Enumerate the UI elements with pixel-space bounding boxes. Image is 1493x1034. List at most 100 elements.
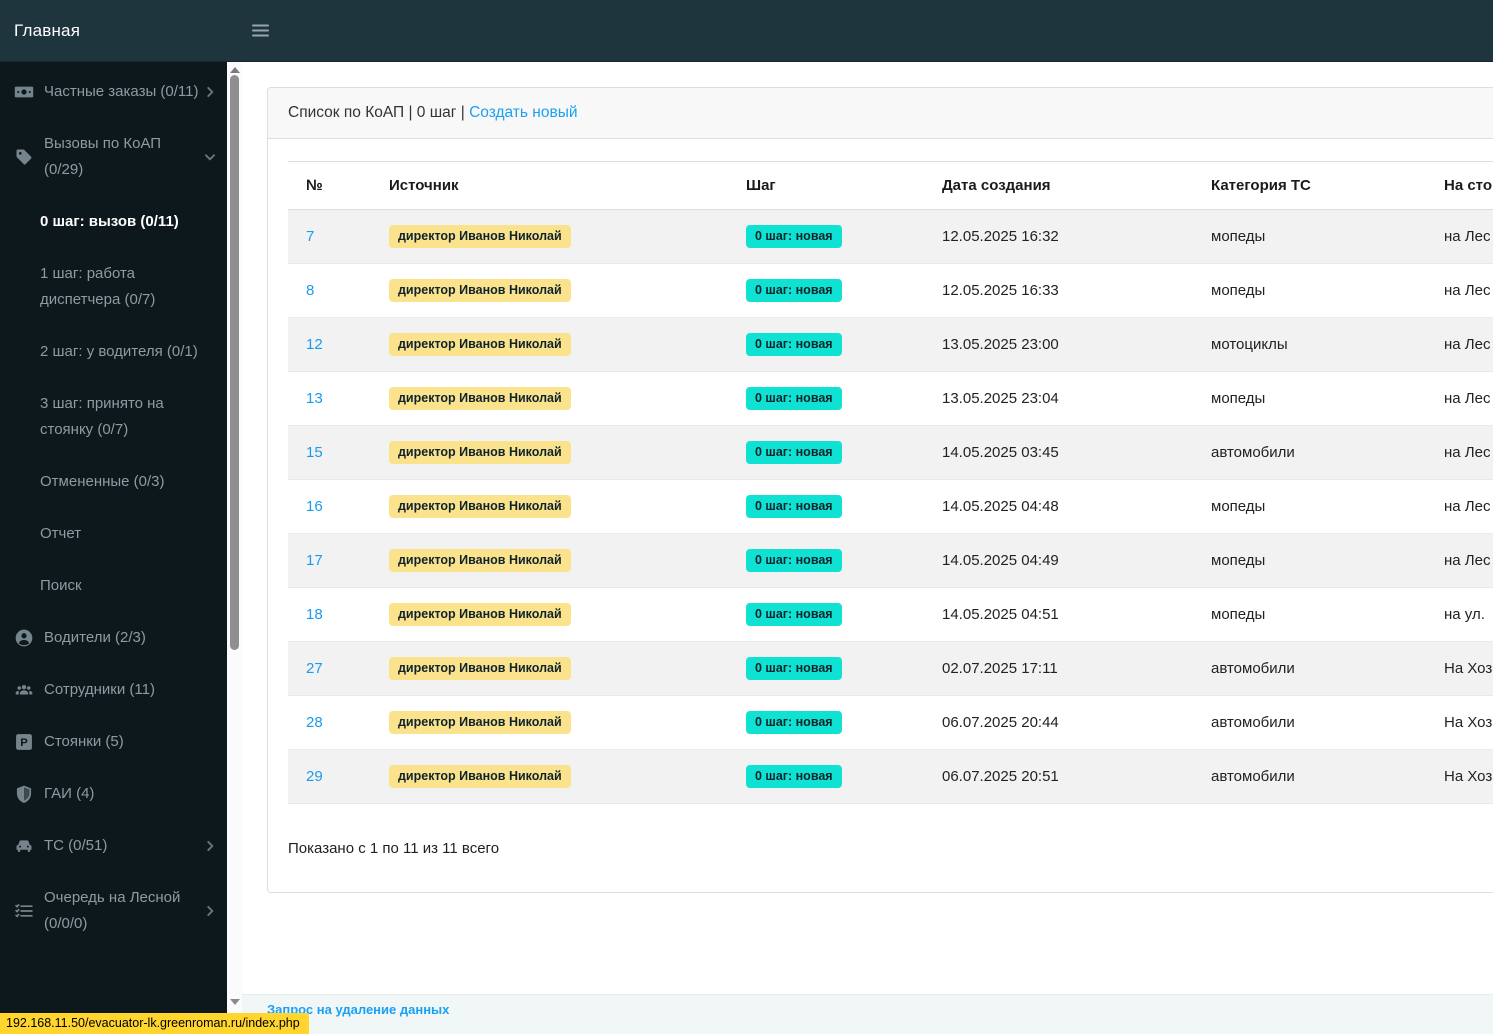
sidebar-item-label: Отмененные (0/3)	[40, 473, 165, 490]
sidebar-item-label: ГАИ (4)	[44, 785, 95, 802]
sidebar: Частные заказы (0/11) Вызовы по КоАП (0/2…	[0, 62, 227, 1034]
chevron-right-icon	[203, 839, 217, 853]
shield-icon	[14, 784, 34, 804]
sidebar-item-search[interactable]: Поиск	[0, 560, 227, 612]
step-cell: 0 шаг: новая	[728, 371, 924, 426]
source-badge: директор Иванов Николай	[389, 710, 571, 735]
sidebar-item-koap-calls[interactable]: Вызовы по КоАП (0/29)	[0, 118, 227, 196]
sidebar-item-label: Поиск	[40, 577, 82, 594]
order-number-link[interactable]: 7	[306, 228, 314, 245]
sidebar-item-label: ТС (0/51)	[44, 837, 108, 854]
table-row: 15 директор Иванов Николай 0 шаг: новая 14.…	[288, 425, 1493, 480]
sidebar-item-label: 2 шаг: у водителя (0/1)	[40, 343, 198, 360]
sidebar-item-gai[interactable]: ГАИ (4)	[0, 768, 227, 820]
step-cell: 0 шаг: новая	[728, 641, 924, 696]
source-cell: директор Иванов Николай	[371, 263, 728, 318]
category-cell: мопеды	[1193, 587, 1426, 642]
created-cell: 14.05.2025 03:45	[924, 425, 1193, 480]
sidebar-item-cancelled[interactable]: Отмененные (0/3)	[0, 456, 227, 508]
hamburger-icon[interactable]	[252, 24, 269, 37]
order-number-link[interactable]: 13	[306, 390, 323, 407]
sidebar-item-parkings[interactable]: P Стоянки (5)	[0, 716, 227, 768]
sidebar-scrollbar[interactable]	[227, 62, 242, 1034]
source-cell: директор Иванов Николай	[371, 533, 728, 588]
column-header: Дата создания	[924, 161, 1193, 210]
panel-title: Список по КоАП | 0 шаг |	[288, 104, 470, 121]
category-cell: автомобили	[1193, 695, 1426, 750]
number-cell: 15	[288, 425, 371, 480]
step-badge: 0 шаг: новая	[746, 656, 842, 681]
sidebar-item-step1-dispatcher[interactable]: 1 шаг: работа диспетчера (0/7)	[0, 248, 227, 326]
order-number-link[interactable]: 12	[306, 336, 323, 353]
order-number-link[interactable]: 17	[306, 552, 323, 569]
order-number-link[interactable]: 8	[306, 282, 314, 299]
number-cell: 27	[288, 641, 371, 696]
source-badge: директор Иванов Николай	[389, 602, 571, 627]
source-cell: директор Иванов Николай	[371, 317, 728, 372]
sidebar-item-label: 1 шаг: работа диспетчера (0/7)	[40, 265, 156, 308]
parking-cell: на Лес	[1426, 425, 1493, 480]
category-cell: автомобили	[1193, 641, 1426, 696]
top-navbar: Главная	[0, 0, 1493, 62]
sidebar-item-step3-parking[interactable]: 3 шаг: принято на стоянку (0/7)	[0, 378, 227, 456]
pagination-summary: Показано с 1 по 11 из 11 всего	[288, 840, 500, 857]
created-cell: 06.07.2025 20:51	[924, 749, 1193, 804]
sidebar-item-step0-call[interactable]: 0 шаг: вызов (0/11)	[0, 196, 227, 248]
order-number-link[interactable]: 28	[306, 714, 323, 731]
parking-cell: на Лес	[1426, 209, 1493, 264]
created-cell: 13.05.2025 23:04	[924, 371, 1193, 426]
sidebar-item-label: Сотрудники (11)	[44, 681, 155, 698]
table-row: 28 директор Иванов Николай 0 шаг: новая 06.…	[288, 695, 1493, 750]
sidebar-item-label: 0 шаг: вызов (0/11)	[40, 213, 179, 230]
parking-icon: P	[14, 732, 34, 752]
column-header: Категория ТС	[1193, 161, 1426, 210]
sidebar-item-drivers[interactable]: Водители (2/3)	[0, 612, 227, 664]
source-cell: директор Иванов Николай	[371, 371, 728, 426]
order-number-link[interactable]: 18	[306, 606, 323, 623]
sidebar-item-private-orders[interactable]: Частные заказы (0/11)	[0, 66, 227, 118]
source-cell: директор Иванов Николай	[371, 425, 728, 480]
category-cell: мопеды	[1193, 479, 1426, 534]
step-cell: 0 шаг: новая	[728, 317, 924, 372]
number-cell: 7	[288, 209, 371, 264]
order-number-link[interactable]: 29	[306, 768, 323, 785]
parking-cell: На Хоз	[1426, 641, 1493, 696]
order-number-link[interactable]: 15	[306, 444, 323, 461]
scroll-down-icon[interactable]	[227, 996, 242, 1008]
parking-cell: на Лес	[1426, 479, 1493, 534]
panel-body: № Источник Шаг Дата создания Категория ТС На …	[268, 139, 1493, 892]
step-badge: 0 шаг: новая	[746, 764, 842, 789]
source-badge: директор Иванов Николай	[389, 764, 571, 789]
category-cell: мопеды	[1193, 209, 1426, 264]
number-cell: 28	[288, 695, 371, 750]
parking-cell: на Лес	[1426, 371, 1493, 426]
sidebar-item-vehicles[interactable]: ТС (0/51)	[0, 820, 227, 872]
step-badge: 0 шаг: новая	[746, 494, 842, 519]
number-cell: 29	[288, 749, 371, 804]
order-number-link[interactable]: 27	[306, 660, 323, 677]
source-badge: директор Иванов Николай	[389, 386, 571, 411]
sidebar-item-step2-driver[interactable]: 2 шаг: у водителя (0/1)	[0, 326, 227, 378]
created-cell: 02.07.2025 17:11	[924, 641, 1193, 696]
step-badge: 0 шаг: новая	[746, 386, 842, 411]
created-cell: 13.05.2025 23:00	[924, 317, 1193, 372]
source-cell: директор Иванов Николай	[371, 695, 728, 750]
step-cell: 0 шаг: новая	[728, 749, 924, 804]
sidebar-item-staff[interactable]: Сотрудники (11)	[0, 664, 227, 716]
parking-cell: на Лес	[1426, 263, 1493, 318]
sidebar-item-label: 3 шаг: принято на стоянку (0/7)	[40, 395, 164, 438]
number-cell: 18	[288, 587, 371, 642]
step-cell: 0 шаг: новая	[728, 479, 924, 534]
step-badge: 0 шаг: новая	[746, 332, 842, 357]
sidebar-item-queue-lesnoy[interactable]: Очередь на Лесной (0/0/0)	[0, 872, 227, 950]
table-row: 16 директор Иванов Николай 0 шаг: новая 14.…	[288, 479, 1493, 534]
source-badge: директор Иванов Николай	[389, 224, 571, 249]
user-circle-icon	[14, 628, 34, 648]
step-badge: 0 шаг: новая	[746, 440, 842, 465]
scrollbar-thumb[interactable]	[230, 75, 239, 650]
step-cell: 0 шаг: новая	[728, 587, 924, 642]
create-new-link[interactable]: Создать новый	[469, 104, 577, 121]
order-number-link[interactable]: 16	[306, 498, 323, 515]
table-row: 13 директор Иванов Николай 0 шаг: новая 13.…	[288, 371, 1493, 426]
sidebar-item-report[interactable]: Отчет	[0, 508, 227, 560]
